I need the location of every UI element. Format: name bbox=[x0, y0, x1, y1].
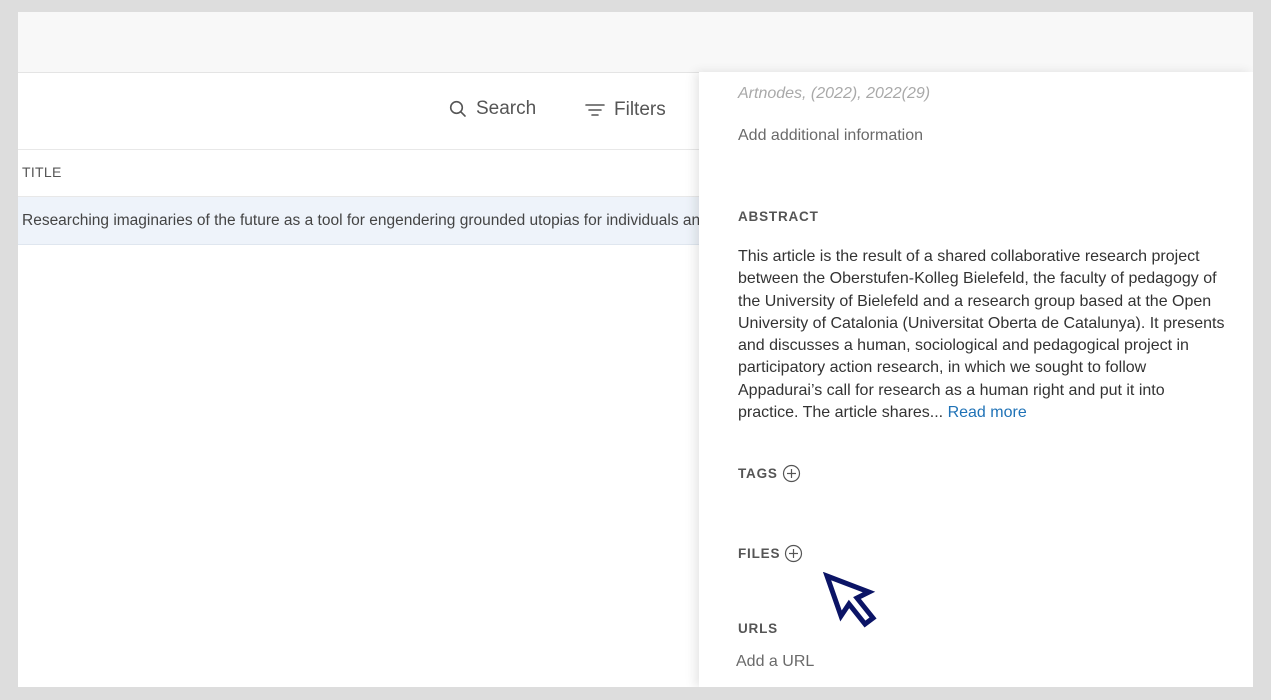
add-tag-plus-circle-icon[interactable] bbox=[782, 464, 801, 483]
search-button[interactable]: Search bbox=[448, 98, 536, 120]
filters-button[interactable]: Filters bbox=[584, 99, 666, 121]
read-more-link[interactable]: Read more bbox=[948, 404, 1027, 421]
citation-text: Artnodes, (2022), 2022(29) bbox=[738, 85, 931, 102]
filter-icon bbox=[585, 104, 605, 116]
tags-label: TAGS bbox=[738, 466, 778, 481]
search-label: Search bbox=[476, 98, 537, 119]
mouse-pointer-icon bbox=[823, 572, 877, 628]
urls-label: URLS bbox=[738, 621, 778, 636]
row-title: Researching imaginaries of the future as… bbox=[22, 212, 699, 229]
add-url-link[interactable]: Add a URL bbox=[736, 653, 814, 671]
app-window: Search Filters TITLE Researching imagina… bbox=[18, 12, 1253, 687]
filters-label: Filters bbox=[614, 99, 666, 120]
search-icon bbox=[449, 100, 466, 117]
files-label: FILES bbox=[738, 546, 781, 561]
tags-heading: TAGS bbox=[738, 464, 801, 483]
urls-heading: URLS bbox=[738, 621, 778, 636]
column-header-title[interactable]: TITLE bbox=[22, 164, 62, 180]
top-bar bbox=[18, 12, 1253, 73]
table-row[interactable]: Researching imaginaries of the future as… bbox=[18, 197, 699, 245]
add-file-plus-circle-icon[interactable] bbox=[784, 544, 803, 563]
abstract-body: This article is the result of a shared c… bbox=[738, 246, 1228, 424]
add-additional-information-link[interactable]: Add additional information bbox=[738, 127, 923, 145]
details-panel: Artnodes, (2022), 2022(29) Add additiona… bbox=[699, 72, 1253, 687]
files-heading: FILES bbox=[738, 544, 803, 563]
abstract-text: This article is the result of a shared c… bbox=[738, 248, 1225, 422]
abstract-heading: ABSTRACT bbox=[738, 209, 819, 224]
abstract-label: ABSTRACT bbox=[738, 209, 819, 224]
toolbar-divider bbox=[18, 149, 699, 150]
